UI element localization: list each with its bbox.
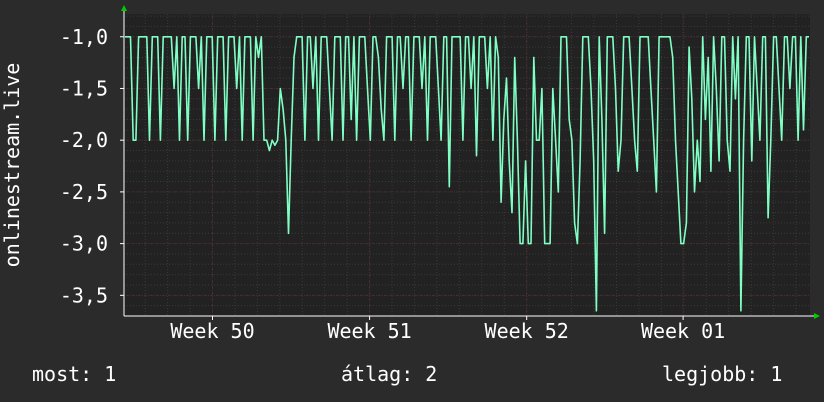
x-axis-arrow: [814, 313, 820, 319]
y-axis-label: onlinestream.live: [0, 63, 24, 268]
line-chart: -1,0 -1,5 -2,0 -2,5 -3,0 -3,5 Week 50 Week 51 We…: [0, 5, 820, 343]
stat-now: most: 1: [32, 362, 117, 386]
x-tick-label: Week 52: [485, 319, 569, 343]
chart-container: -1,0 -1,5 -2,0 -2,5 -3,0 -3,5 Week 50 Week 51 We…: [0, 0, 824, 402]
y-tick-label: -2,0: [60, 128, 108, 152]
y-tick-label: -2,5: [60, 180, 108, 204]
y-tick-label: -3,5: [60, 283, 108, 307]
plot-area: [124, 14, 810, 316]
x-tick-label: Week 50: [170, 319, 254, 343]
y-tick-label: -3,0: [60, 232, 108, 256]
y-tick-label: -1,0: [60, 25, 108, 49]
y-tick-label: -1,5: [60, 76, 108, 100]
x-tick-label: Week 01: [641, 319, 725, 343]
stat-average: átlag: 2: [341, 362, 438, 386]
y-axis-arrow: [121, 5, 127, 11]
x-tick-label: Week 51: [327, 319, 411, 343]
stat-best: legjobb: 1: [662, 362, 783, 386]
